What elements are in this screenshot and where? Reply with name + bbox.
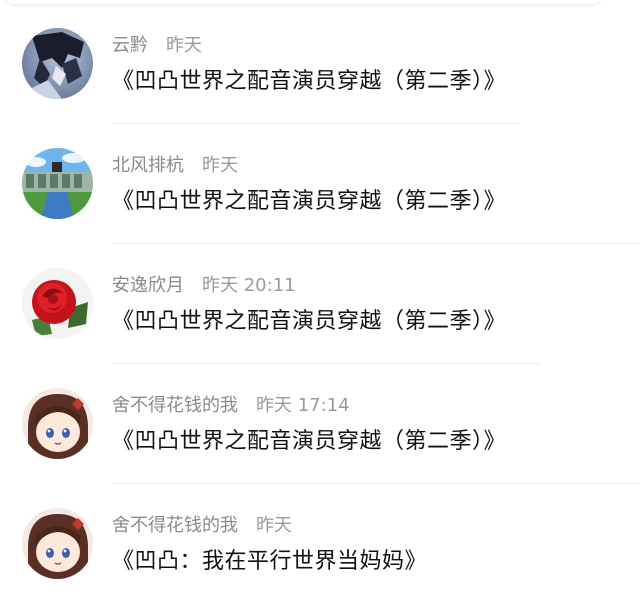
- message-meta: 北风排杭 昨天: [112, 154, 238, 178]
- message-meta: 舍不得花钱的我 昨天 17:14: [112, 394, 350, 418]
- svg-text:✕: ✕: [28, 540, 36, 551]
- message-list: 云黔 昨天 《凹凸世界之配音演员穿越（第二季）》 北风排杭 昨天 《凹凸世界之配…: [0, 0, 640, 602]
- sender-name[interactable]: 北风排杭: [112, 155, 184, 176]
- message-text[interactable]: 《凹凸世界之配音演员穿越（第二季）》: [112, 306, 506, 338]
- list-item[interactable]: 安逸欣月 昨天 20:11 《凹凸世界之配音演员穿越（第二季）》: [0, 244, 640, 364]
- list-item[interactable]: 云黔 昨天 《凹凸世界之配音演员穿越（第二季）》: [0, 4, 640, 124]
- blue-sky-building-avatar-icon[interactable]: [22, 148, 93, 219]
- list-item[interactable]: ✕ 舍不得花钱的我 昨天 《凹凸：我在平行世界当妈妈》: [0, 484, 640, 604]
- message-time: 昨天 20:11: [202, 275, 296, 296]
- message-time: 昨天: [166, 35, 202, 56]
- message-meta: 舍不得花钱的我 昨天: [112, 514, 292, 538]
- message-time: 昨天 17:14: [256, 395, 350, 416]
- chibi-girl-avatar-icon[interactable]: ✕: [22, 508, 93, 579]
- list-item[interactable]: 北风排杭 昨天 《凹凸世界之配音演员穿越（第二季）》: [0, 124, 640, 244]
- message-meta: 云黔 昨天: [112, 34, 202, 58]
- message-time: 昨天: [202, 155, 238, 176]
- list-item[interactable]: ✕ 舍不得花钱的我 昨天 17:14 《凹凸世界之配音演员穿越（第二季）》: [0, 364, 640, 484]
- message-time: 昨天: [256, 515, 292, 536]
- message-text[interactable]: 《凹凸世界之配音演员穿越（第二季）》: [112, 426, 506, 458]
- message-text[interactable]: 《凹凸世界之配音演员穿越（第二季）》: [112, 186, 506, 218]
- message-text[interactable]: 《凹凸世界之配音演员穿越（第二季）》: [112, 66, 506, 98]
- chibi-girl-avatar-icon[interactable]: ✕: [22, 388, 93, 459]
- sender-name[interactable]: 舍不得花钱的我: [112, 395, 238, 416]
- message-text[interactable]: 《凹凸：我在平行世界当妈妈》: [112, 546, 427, 578]
- svg-text:✕: ✕: [28, 420, 36, 431]
- red-rose-avatar-icon[interactable]: [22, 268, 93, 339]
- dark-anime-character-avatar-icon[interactable]: [22, 28, 93, 99]
- sender-name[interactable]: 云黔: [112, 35, 148, 56]
- message-meta: 安逸欣月 昨天 20:11: [112, 274, 296, 298]
- sender-name[interactable]: 舍不得花钱的我: [112, 515, 238, 536]
- sender-name[interactable]: 安逸欣月: [112, 275, 184, 296]
